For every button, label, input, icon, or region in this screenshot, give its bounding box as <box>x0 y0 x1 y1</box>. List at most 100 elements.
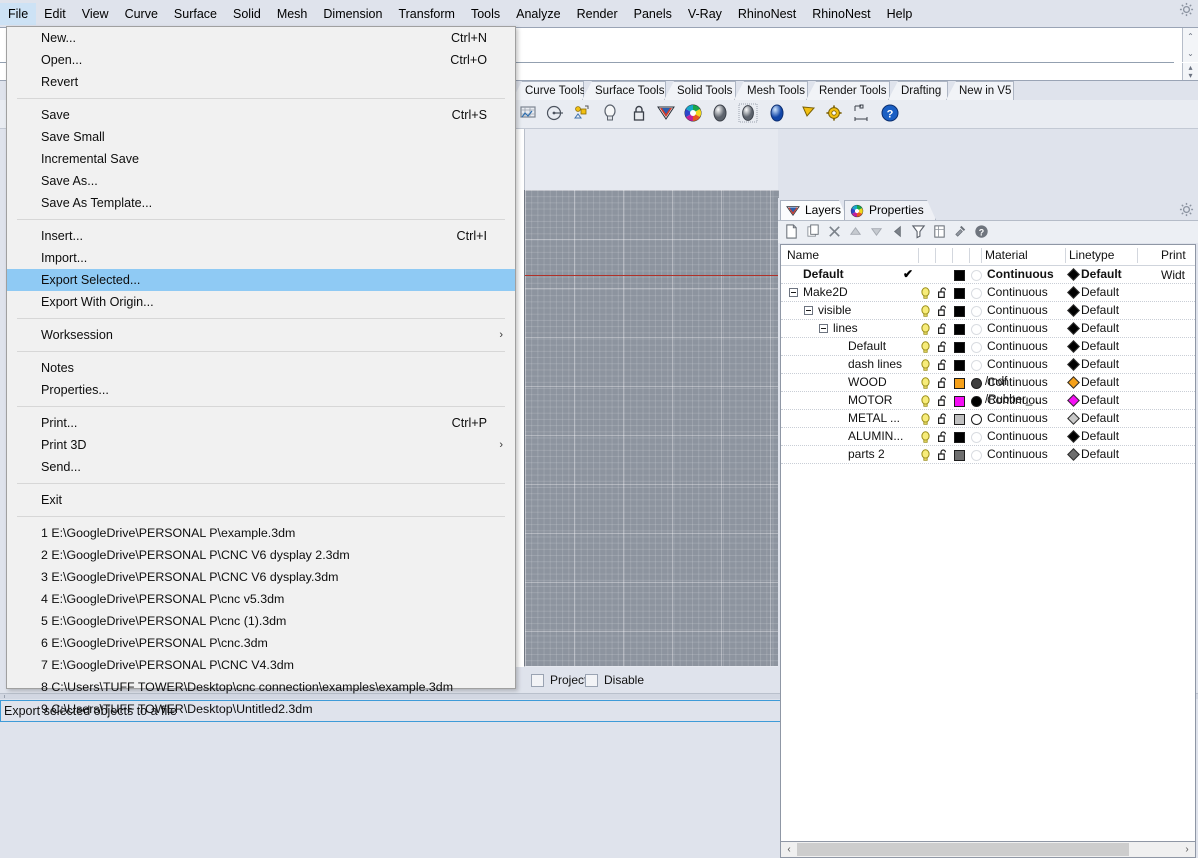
column-header-linetype[interactable]: Linetype <box>1069 245 1114 265</box>
layer-name[interactable]: ALUMIN... <box>848 428 903 445</box>
layer-color-swatch[interactable] <box>954 306 965 317</box>
layer-print-color-diamond[interactable] <box>1067 448 1080 461</box>
column-divider[interactable] <box>1137 248 1138 263</box>
menu-option-insert[interactable]: Insert... Ctrl+I <box>7 225 515 247</box>
material-sphere-grey-icon[interactable] <box>710 103 732 125</box>
menu-option-revert[interactable]: Revert <box>7 71 515 93</box>
layer-material-swatch[interactable] <box>971 342 982 353</box>
layer-lock-icon[interactable] <box>937 449 949 461</box>
layer-color-swatch[interactable] <box>954 432 965 443</box>
layer-lock-icon[interactable] <box>937 395 949 407</box>
color-wheel-icon[interactable] <box>683 103 705 125</box>
layer-visibility-bulb-icon[interactable] <box>920 449 931 461</box>
menu-item-rhinonest[interactable]: RhinoNest <box>804 3 878 25</box>
layer-visibility-bulb-icon[interactable] <box>920 305 931 317</box>
layer-row[interactable]: WOOD/mdf Continuous Default <box>781 374 1195 392</box>
layer-visibility-bulb-icon[interactable] <box>920 377 931 389</box>
recent-file-item[interactable]: 5 E:\GoogleDrive\PERSONAL P\cnc (1).3dm <box>7 610 515 632</box>
menu-option-new[interactable]: New... Ctrl+N <box>7 27 515 49</box>
menu-option-print[interactable]: Print... Ctrl+P <box>7 412 515 434</box>
panel-tab-layers[interactable]: Layers <box>780 200 848 220</box>
help-icon[interactable]: ? <box>880 103 902 125</box>
menu-item-transform[interactable]: Transform <box>390 3 463 25</box>
layer-name[interactable]: parts 2 <box>848 446 885 463</box>
rhino-render-icon[interactable] <box>656 103 678 125</box>
layer-color-swatch[interactable] <box>954 414 965 425</box>
menu-option-notes[interactable]: Notes <box>7 357 515 379</box>
layer-material-swatch[interactable] <box>971 270 982 281</box>
layer-color-swatch[interactable] <box>954 324 965 335</box>
menu-option-exit[interactable]: Exit <box>7 489 515 511</box>
menu-item-render[interactable]: Render <box>569 3 626 25</box>
layer-visibility-bulb-icon[interactable] <box>920 287 931 299</box>
recent-file-item[interactable]: 7 E:\GoogleDrive\PERSONAL P\CNC V4.3dm <box>7 654 515 676</box>
menu-option-save[interactable]: Save Ctrl+S <box>7 104 515 126</box>
layer-lock-icon[interactable] <box>937 287 949 299</box>
recent-file-item[interactable]: 9 C:\Users\TUFF TOWER\Desktop\Untitled2.… <box>7 698 515 720</box>
recent-file-item[interactable]: 8 C:\Users\TUFF TOWER\Desktop\cnc connec… <box>7 676 515 698</box>
layer-color-swatch[interactable] <box>954 342 965 353</box>
recent-file-item[interactable]: 3 E:\GoogleDrive\PERSONAL P\CNC V6 dyspl… <box>7 566 515 588</box>
disable-checkbox[interactable] <box>585 674 598 687</box>
column-divider[interactable] <box>981 248 982 263</box>
layer-linetype[interactable]: Continuous <box>987 284 1048 301</box>
layer-print-width[interactable]: Default <box>1081 320 1119 337</box>
menu-item-surface[interactable]: Surface <box>166 3 225 25</box>
layer-color-swatch[interactable] <box>954 450 965 461</box>
layer-print-width[interactable]: Default <box>1081 446 1119 463</box>
layer-material-swatch[interactable] <box>971 450 982 461</box>
recent-file-item[interactable]: 4 E:\GoogleDrive\PERSONAL P\cnc v5.3dm <box>7 588 515 610</box>
layer-name[interactable]: Make2D <box>803 284 848 301</box>
layer-print-color-diamond[interactable] <box>1067 376 1080 389</box>
menu-option-save-as[interactable]: Save As... <box>7 170 515 192</box>
toolbar-tab-render-tools[interactable]: Render Tools <box>806 81 890 100</box>
layer-print-width[interactable]: Default <box>1081 284 1119 301</box>
layer-name[interactable]: visible <box>818 302 851 319</box>
menu-item-dimension[interactable]: Dimension <box>315 3 390 25</box>
layer-name[interactable]: Default <box>848 338 886 355</box>
layer-linetype[interactable]: Continuous <box>987 428 1048 445</box>
layer-row[interactable]: Make2D Continuous Default <box>781 284 1195 302</box>
toolbar-tab-surface-tools[interactable]: Surface Tools <box>582 81 666 100</box>
directional-light-icon[interactable] <box>800 103 822 125</box>
column-header-material[interactable]: Material <box>985 245 1028 265</box>
layer-color-swatch[interactable] <box>954 360 965 371</box>
column-divider[interactable] <box>969 248 970 263</box>
column-divider[interactable] <box>918 248 919 263</box>
layer-name[interactable]: WOOD <box>848 374 887 391</box>
filter-icon[interactable] <box>911 224 927 240</box>
menu-item-solid[interactable]: Solid <box>225 3 269 25</box>
layer-linetype[interactable]: Continuous <box>987 338 1048 355</box>
layer-name[interactable]: lines <box>833 320 858 337</box>
menu-option-export-with-origin[interactable]: Export With Origin... <box>7 291 515 313</box>
menu-item-mesh[interactable]: Mesh <box>269 3 316 25</box>
layer-expander-toggle[interactable] <box>804 306 813 315</box>
menu-item-panels[interactable]: Panels <box>626 3 680 25</box>
layer-print-color-diamond[interactable] <box>1067 430 1080 443</box>
project-checkbox[interactable] <box>531 674 544 687</box>
layer-name[interactable]: dash lines <box>848 356 902 373</box>
layer-name[interactable]: MOTOR <box>848 392 892 409</box>
menu-item-v-ray[interactable]: V-Ray <box>680 3 730 25</box>
menu-option-export-selected[interactable]: Export Selected... <box>7 269 515 291</box>
layer-material-swatch[interactable] <box>971 396 982 407</box>
layer-material-swatch[interactable] <box>971 360 982 371</box>
toolbar-tab-new-in-v5[interactable]: New in V5 <box>946 81 1014 100</box>
layer-print-color-diamond[interactable] <box>1067 322 1080 335</box>
render-settings-gear-icon[interactable] <box>824 103 846 125</box>
layer-color-swatch[interactable] <box>954 288 965 299</box>
layer-print-color-diamond[interactable] <box>1067 394 1080 407</box>
layer-name[interactable]: METAL ... <box>848 410 900 427</box>
layer-linetype[interactable]: Continuous <box>987 302 1048 319</box>
layer-row[interactable]: METAL ... Continuous Default <box>781 410 1195 428</box>
command-history-scroll[interactable]: ⌃ ⌄ <box>1182 28 1198 62</box>
layer-row[interactable]: parts 2 Continuous Default <box>781 446 1195 464</box>
layer-lock-icon[interactable] <box>937 431 949 443</box>
dimension-icon[interactable] <box>852 103 874 125</box>
layer-print-width[interactable]: Default <box>1081 410 1119 427</box>
toolbar-tab-solid-tools[interactable]: Solid Tools <box>664 81 736 100</box>
layer-visibility-bulb-icon[interactable] <box>920 413 931 425</box>
column-header-print-widt[interactable]: Print Widt <box>1161 245 1195 282</box>
toolbar-tab-drafting[interactable]: Drafting <box>888 81 948 100</box>
layer-print-width[interactable]: Default <box>1081 392 1119 409</box>
